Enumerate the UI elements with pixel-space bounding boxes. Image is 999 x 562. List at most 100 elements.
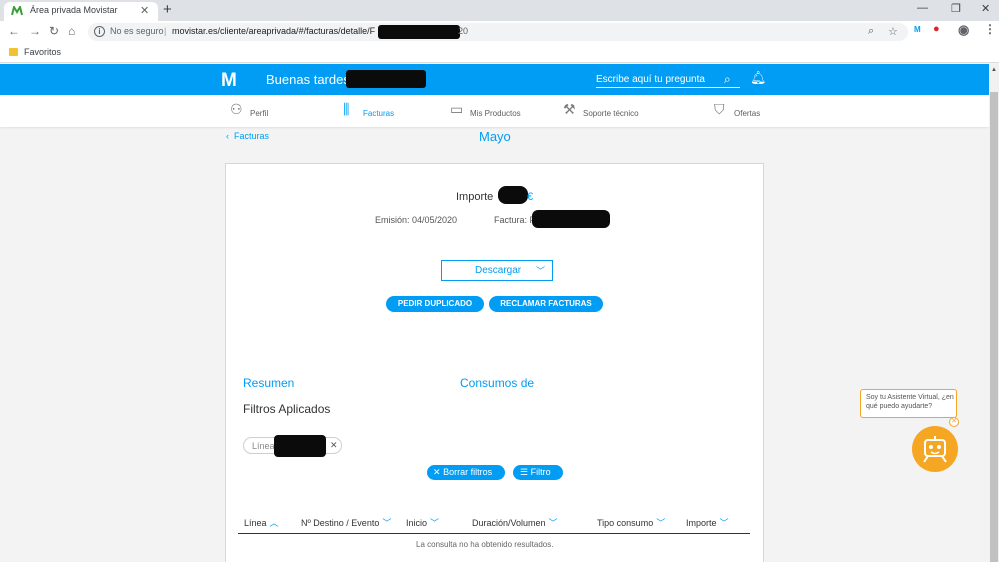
back-arrow-icon[interactable]: ← [8,24,20,38]
page-viewport: M Buenas tardes Escribe aquí tu pregunta… [0,64,989,562]
assistant-avatar[interactable] [912,426,958,472]
back-to-facturas-link[interactable]: ‹ Facturas [226,131,269,141]
chip-remove-icon[interactable]: ✕ [330,440,338,451]
movistar-favicon-icon [11,6,23,16]
table-divider [238,533,750,534]
reclamar-facturas-button[interactable]: RECLAMAR FACTURAS [489,296,603,312]
column-label: Importe [686,518,717,528]
applied-filters-title: Filtros Aplicados [243,402,331,416]
forward-arrow-icon[interactable]: → [29,24,41,38]
filter-chip-linea[interactable]: Línea ✕ [243,435,342,457]
invoice-number: Factura: F [494,215,536,225]
column-label: Línea [244,518,267,528]
nav-label: Facturas [363,109,395,118]
bars-icon: ⫼ [343,101,350,117]
column-header-inicio[interactable]: Inicio ﹀ [406,516,439,529]
opera-extension-icon[interactable]: ● [933,23,940,35]
bag-icon: ⛉ [714,101,725,117]
filter-label: Filtro [530,467,551,477]
emission-date: Emisión: 04/05/2020 [375,215,458,225]
search-placeholder: Escribe aquí tu pregunta [596,74,705,85]
browser-tab[interactable]: Área privada Movistar ✕ [4,2,158,21]
column-header-importe[interactable]: Importe ﹀ [686,516,729,529]
nav-label: Perfil [250,109,269,118]
nav-label: Ofertas [734,109,761,118]
invoice-card: Importe € Emisión: 04/05/2020 Factura: F… [225,163,764,562]
redaction [498,186,528,204]
profile-icon[interactable]: ◉ [958,22,969,38]
assistant-bubble[interactable]: Soy tu Asistente Virtual, ¿en qué puedo … [860,389,957,418]
browser-toolbar: ← → ↻ ⌂ i No es seguro | movistar.es/cli… [0,21,999,43]
empty-result-message: La consulta no ha obtenido resultados. [416,540,554,549]
reload-icon[interactable]: ↻ [49,24,59,38]
bookmark-star-icon[interactable]: ☆ [888,25,898,38]
chevron-down-icon: ﹀ [430,518,440,528]
chatbot-icon [923,436,947,463]
greeting-text: Buenas tardes [266,72,350,87]
help-search-input[interactable]: Escribe aquí tu pregunta ⌕ [596,72,740,88]
separator: | [164,26,167,36]
menu-dots-icon[interactable]: ⋮ [984,22,996,36]
movistar-logo[interactable]: M [221,70,237,92]
clear-filters-label: Borrar filtros [443,467,493,477]
chevron-down-icon: ﹀ [536,266,546,276]
back-label: Facturas [234,131,270,141]
column-header-destino[interactable]: Nº Destino / Evento ﹀ [301,516,391,529]
url-text: movistar.es/cliente/areaprivada/#/factur… [172,26,376,36]
info-icon[interactable]: i [94,26,105,37]
chevron-down-icon: ﹀ [548,518,558,528]
column-header-linea[interactable]: Línea ︿ [244,516,279,529]
importe-label: Importe [456,191,494,203]
address-bar[interactable]: i No es seguro | movistar.es/cliente/are… [88,23,908,41]
main-nav: ⚇ Perfil ⫼ Facturas ▭ Mis Productos ⚒ So… [0,95,989,127]
scroll-thumb[interactable] [990,92,998,562]
tab-consumos[interactable]: Consumos de [460,376,534,390]
list-icon: ☰ [520,467,529,477]
pedir-duplicado-button[interactable]: PEDIR DUPLICADO [386,296,484,312]
tab-close-icon[interactable]: ✕ [140,4,149,17]
column-header-tipo[interactable]: Tipo consumo ﹀ [597,516,665,529]
close-icon: ✕ [433,467,441,477]
chevron-down-icon: ﹀ [656,518,666,528]
bookmark-folder-favoritos[interactable]: Favoritos [24,47,61,57]
column-header-duracion[interactable]: Duración/Volumen ﹀ [472,516,558,529]
redaction [532,210,610,228]
bell-icon[interactable]: 🔔︎ [750,70,767,86]
clear-filters-button[interactable]: ✕ Borrar filtros [427,465,505,480]
devices-icon: ▭ [450,101,464,117]
home-icon[interactable]: ⌂ [68,24,75,38]
url-tail: 20 [458,26,469,36]
nav-label: Mis Productos [470,109,521,118]
download-label: Descargar [475,265,522,276]
zoom-icon[interactable]: ⌕ [868,25,874,38]
restore-icon[interactable]: ❐ [951,2,961,15]
tab-resumen[interactable]: Resumen [243,376,294,390]
redaction [346,70,426,88]
window-close-icon[interactable]: ✕ [981,2,990,15]
bookmarks-bar: Favoritos [0,43,999,63]
chip-label: Línea [252,441,275,451]
movistar-extension-icon[interactable]: M [914,25,921,34]
column-label: Tipo consumo [597,518,654,528]
wrench-icon: ⚒ [563,101,576,117]
filter-button[interactable]: ☰ Filtro [513,465,563,480]
chevron-down-icon: ﹀ [719,518,729,528]
column-label: Inicio [406,518,428,528]
column-label: Nº Destino / Evento [301,518,380,528]
page-title: Mayo [479,129,511,144]
chevron-up-icon: ︿ [269,518,279,528]
page-scrollbar[interactable]: ▲ [989,64,999,562]
search-icon[interactable]: ⌕ [724,72,731,87]
scroll-up-icon[interactable]: ▲ [991,67,997,73]
redaction [378,25,460,39]
tab-title: Área privada Movistar [30,5,118,15]
chevron-down-icon: ﹀ [382,518,392,528]
download-dropdown[interactable]: Descargar ﹀ [441,260,553,281]
minimize-icon[interactable]: — [917,2,928,14]
new-tab-button[interactable]: + [163,1,172,18]
column-label: Duración/Volumen [472,518,546,528]
not-secure-label: No es seguro [110,26,164,36]
movistar-header: M Buenas tardes Escribe aquí tu pregunta… [0,64,989,95]
assistant-text: Soy tu Asistente Virtual, ¿en qué puedo … [866,394,954,410]
folder-icon [9,48,18,56]
